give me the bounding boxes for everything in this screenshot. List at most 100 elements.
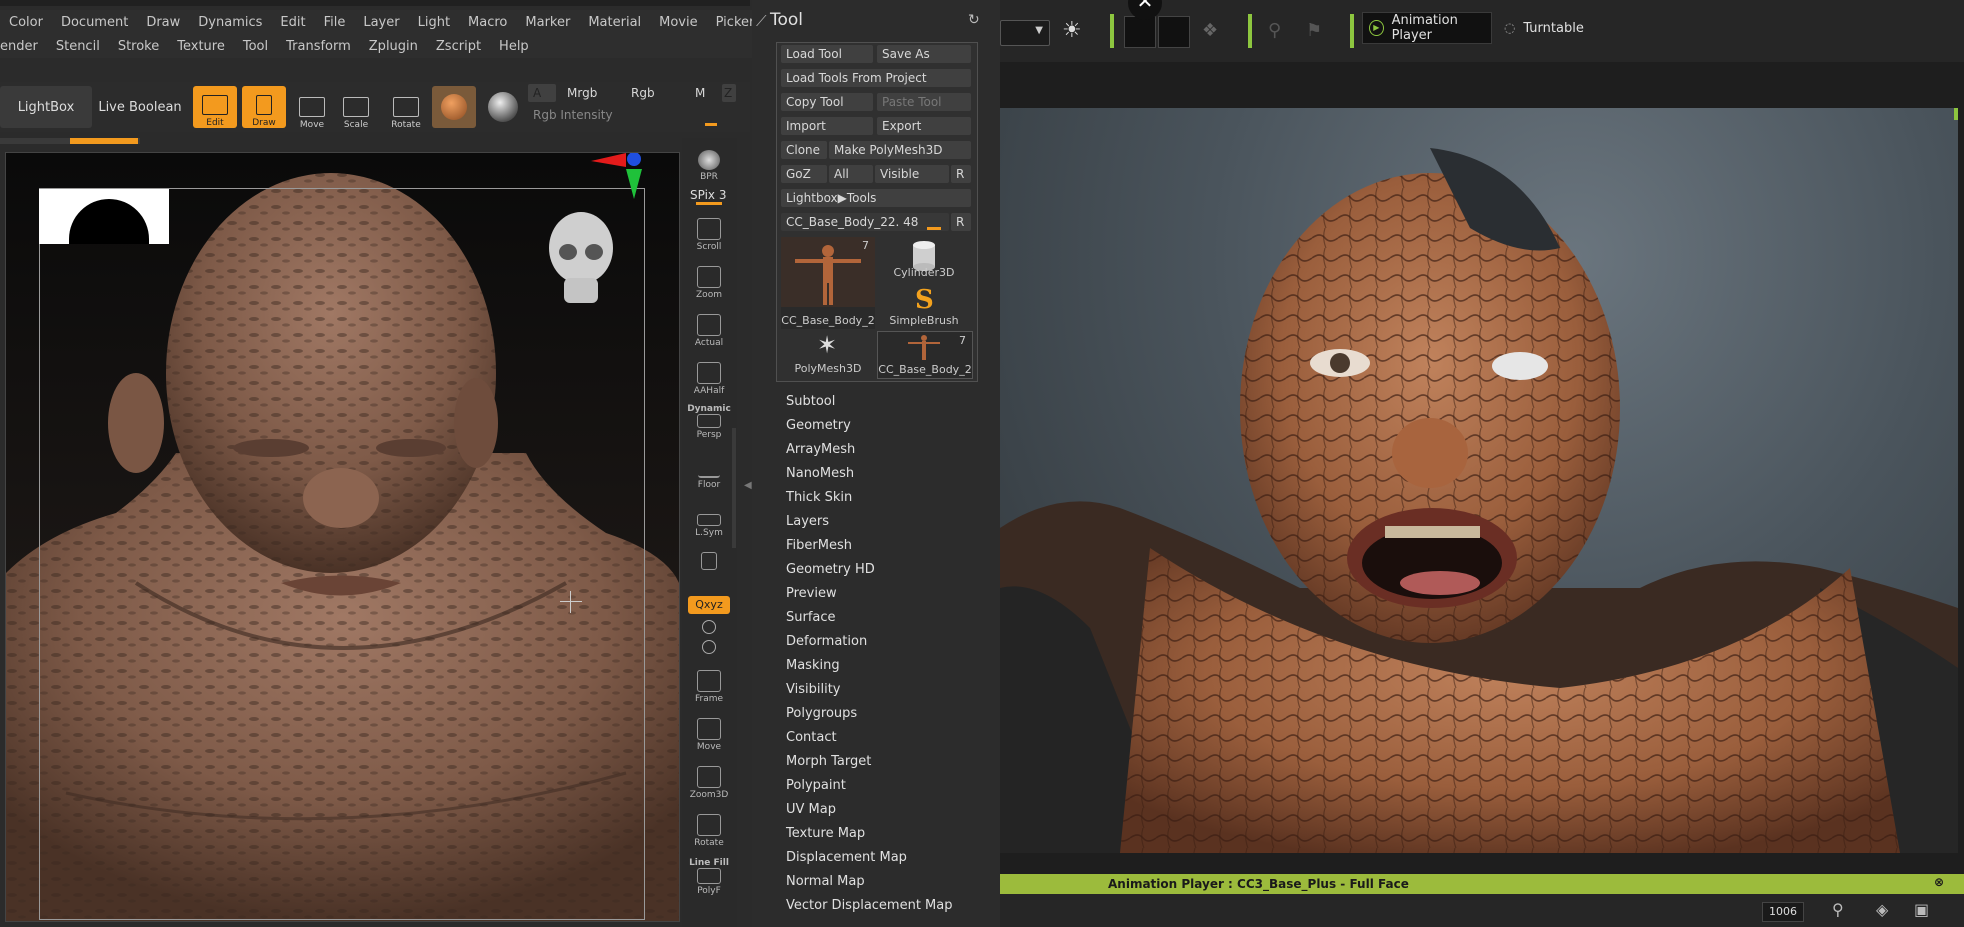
skull-orientation-icon[interactable] (546, 208, 616, 318)
canvas-viewport[interactable] (5, 152, 680, 922)
texture-swatch[interactable] (482, 86, 524, 128)
subpalette-nanomesh[interactable]: NanoMesh (786, 466, 854, 481)
draw-mode-button[interactable]: Draw (242, 86, 286, 128)
edit-mode-button[interactable]: Edit (193, 86, 237, 128)
subpalette-normal-map[interactable]: Normal Map (786, 874, 865, 889)
subpalette-deformation[interactable]: Deformation (786, 634, 867, 649)
pose-icon[interactable]: ⚲ (1268, 20, 1281, 41)
subpalette-displacement-map[interactable]: Displacement Map (786, 850, 907, 865)
tool-thumb-cc-base-body-1[interactable]: 7 CC_Base_Body_2 (781, 237, 875, 329)
menu-stroke[interactable]: Stroke (109, 39, 168, 54)
tool-thumb-cc-base-body-2[interactable]: 7 CC_Base_Body_2 (877, 331, 973, 379)
network-icon[interactable]: ❖ (1202, 20, 1218, 41)
subpalette-polygroups[interactable]: Polygroups (786, 706, 857, 721)
scroll-thumb[interactable] (70, 138, 138, 144)
menu-color[interactable]: Color (0, 15, 52, 30)
make-polymesh3d-button[interactable]: Make PolyMesh3D (829, 141, 971, 159)
move-view-button[interactable]: Move (688, 712, 730, 752)
rgb-intensity-handle[interactable] (705, 123, 717, 126)
material-swatch[interactable] (432, 86, 476, 128)
menu-layer[interactable]: Layer (354, 15, 408, 30)
load-tool-button[interactable]: Load Tool (781, 45, 873, 63)
menu-material[interactable]: Material (579, 15, 650, 30)
subpalette-masking[interactable]: Masking (786, 658, 840, 673)
mrgb-toggle[interactable]: Mrgb (562, 84, 622, 102)
menu-tool[interactable]: Tool (234, 39, 277, 54)
persp-button[interactable]: Dynamic Persp (687, 400, 731, 440)
camera-edit-icon[interactable] (1158, 16, 1190, 48)
goz-r-button[interactable]: R (951, 165, 971, 183)
zoom3d-button[interactable]: Zoom3D (688, 760, 730, 800)
clone-button[interactable]: Clone (781, 141, 827, 159)
tool-thumb-cylinder3d[interactable]: Cylinder3D (877, 237, 971, 281)
copy-tool-button[interactable]: Copy Tool (781, 93, 873, 111)
axis-gizmo-icon[interactable] (586, 153, 646, 213)
load-tools-from-project-button[interactable]: Load Tools From Project (781, 69, 971, 87)
lightbox-button[interactable]: LightBox (0, 86, 92, 128)
subpalette-visibility[interactable]: Visibility (786, 682, 840, 697)
menu-transform[interactable]: Transform (277, 39, 360, 54)
subpalette-thick-skin[interactable]: Thick Skin (786, 490, 852, 505)
rotate-z-icon[interactable] (702, 640, 716, 654)
menu-stencil[interactable]: Stencil (47, 39, 109, 54)
subpalette-contact[interactable]: Contact (786, 730, 837, 745)
subpalette-morph-target[interactable]: Morph Target (786, 754, 871, 769)
subpalette-geometry-hd[interactable]: Geometry HD (786, 562, 875, 577)
scroll-button[interactable]: Scroll (688, 212, 730, 252)
layers-icon[interactable]: ◈ (1876, 900, 1888, 919)
menu-zscript[interactable]: Zscript (427, 39, 490, 54)
camera-icon[interactable] (1124, 16, 1156, 48)
refresh-icon[interactable]: ↻ (968, 12, 980, 28)
view-dropdown[interactable]: ▼ (1000, 20, 1050, 46)
menu-movie[interactable]: Movie (650, 15, 706, 30)
current-tool-slider-handle[interactable] (927, 227, 941, 230)
shelf-scrollbar[interactable] (732, 428, 736, 548)
polyf-button[interactable]: Line Fill PolyF (688, 856, 730, 896)
current-tool-slider[interactable]: CC_Base_Body_22. 48 (781, 213, 949, 231)
lightbox-tools-button[interactable]: Lightbox▶Tools (781, 189, 971, 207)
frame-button[interactable]: Frame (688, 664, 730, 704)
current-tool-r-button[interactable]: R (951, 213, 971, 231)
bpr-button[interactable]: BPR (688, 142, 730, 182)
paste-tool-button[interactable]: Paste Tool (877, 93, 971, 111)
floor-button[interactable]: Floor (688, 450, 730, 490)
rotate-mode-button[interactable]: Rotate (384, 88, 428, 130)
tool-thumb-simplebrush[interactable]: S SimpleBrush (877, 283, 971, 329)
menu-light[interactable]: Light (409, 15, 459, 30)
subpalette-texture-map[interactable]: Texture Map (786, 826, 865, 841)
lsym-button[interactable]: L.Sym (688, 498, 730, 538)
m-toggle[interactable]: M (690, 84, 720, 102)
rgb-toggle[interactable]: Rgb (626, 84, 686, 102)
tool-thumb-polymesh3d[interactable]: ✶ PolyMesh3D (781, 331, 875, 377)
export-button[interactable]: Export (877, 117, 971, 135)
move-mode-button[interactable]: Move (290, 88, 334, 130)
lock-button[interactable] (688, 538, 730, 572)
menu-texture[interactable]: Texture (168, 39, 234, 54)
subpalette-arraymesh[interactable]: ArrayMesh (786, 442, 855, 457)
menu-dynamics[interactable]: Dynamics (189, 15, 271, 30)
pose-figure-icon[interactable]: ⚲ (1832, 900, 1844, 919)
window-icon[interactable]: ▣ (1914, 900, 1929, 919)
scale-mode-button[interactable]: Scale (334, 88, 378, 130)
rgb-intensity-slider[interactable]: Rgb Intensity (528, 106, 718, 124)
subpalette-vector-displacement-map[interactable]: Vector Displacement Map (786, 898, 953, 913)
live-boolean-button[interactable]: Live Boolean (94, 86, 186, 128)
menu-macro[interactable]: Macro (459, 15, 516, 30)
menu-marker[interactable]: Marker (516, 15, 579, 30)
import-button[interactable]: Import (781, 117, 873, 135)
flag-icon[interactable]: ⚑ (1306, 20, 1322, 41)
goz-all-button[interactable]: All (829, 165, 873, 183)
menu-zplugin[interactable]: Zplugin (360, 39, 427, 54)
close-panel-icon[interactable]: ⊗ (1934, 875, 1944, 889)
menu-render[interactable]: ender (0, 39, 47, 54)
collapse-arrow-icon[interactable]: ◀ (744, 480, 752, 491)
tool-palette-title[interactable]: Tool (770, 10, 803, 30)
xyz-symmetry-toggle[interactable]: Qxyz (688, 596, 730, 614)
spix-control[interactable]: SPix 3 (690, 188, 726, 202)
zoom-button[interactable]: Zoom (688, 260, 730, 300)
actual-button[interactable]: Actual (688, 308, 730, 348)
subpalette-surface[interactable]: Surface (786, 610, 836, 625)
subpalette-polypaint[interactable]: Polypaint (786, 778, 846, 793)
goz-button[interactable]: GoZ (781, 165, 827, 183)
cc-viewport[interactable] (1000, 108, 1958, 853)
